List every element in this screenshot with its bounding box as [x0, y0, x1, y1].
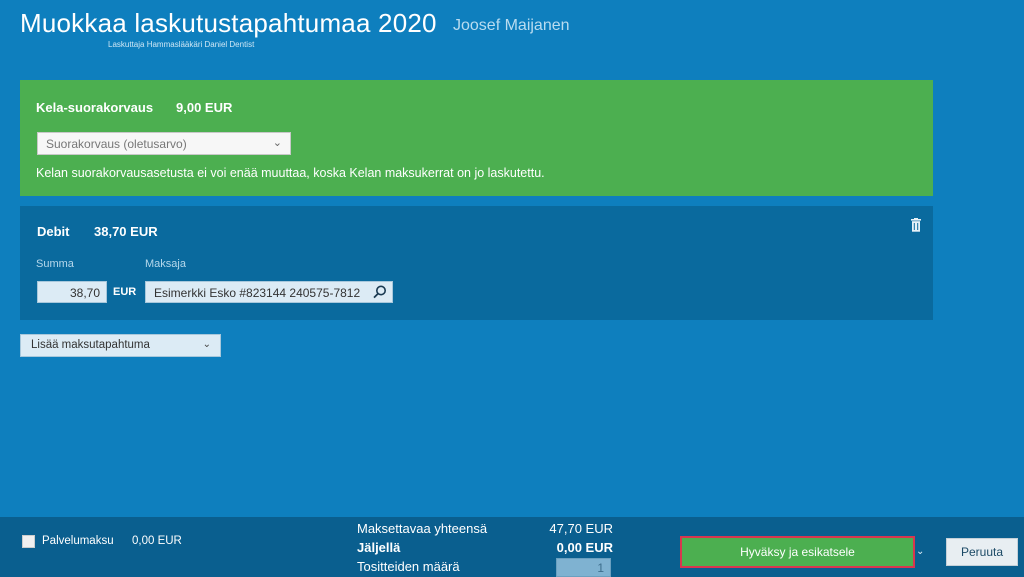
summa-label: Summa [36, 258, 74, 270]
page-title: Muokkaa laskutustapahtumaa 2020 [20, 8, 437, 38]
remaining-label: Jäljellä [357, 540, 401, 555]
trash-icon[interactable] [910, 218, 922, 232]
search-icon[interactable] [372, 284, 388, 300]
debit-panel: Debit 38,70 EUR Summa Maksaja 38,70 EUR … [20, 206, 933, 320]
chevron-down-icon: ⌄ [272, 137, 282, 149]
cancel-button[interactable]: Peruuta [946, 538, 1018, 566]
kela-select-value: Suorakorvaus (oletusarvo) [46, 137, 187, 151]
debit-title: Debit [37, 224, 70, 239]
service-fee-checkbox[interactable] [22, 535, 35, 548]
patient-name[interactable]: Joosef Maijanen [453, 17, 570, 35]
remaining-value: 0,00 EUR [556, 540, 613, 555]
total-label: Maksettavaa yhteensä [357, 521, 488, 536]
currency-label: EUR [113, 286, 137, 298]
payer-value: Esimerkki Esko #823144 240575-7812 [154, 286, 361, 300]
kela-title: Kela-suorakorvaus [36, 100, 154, 115]
summa-input[interactable]: 38,70 [37, 281, 107, 303]
kela-amount: 9,00 EUR [176, 100, 233, 115]
chevron-down-icon: ⌄ [202, 339, 211, 350]
service-fee-label: Palvelumaksu [42, 535, 114, 547]
documents-label: Tositteiden määrä [357, 559, 460, 574]
footer-bar: Palvelumaksu 0,00 EUR Maksettavaa yhteen… [0, 517, 1024, 577]
approve-preview-button[interactable]: Hyväksy ja esikatsele [680, 536, 915, 568]
kela-reimbursement-select[interactable]: Suorakorvaus (oletusarvo) ⌄ [37, 132, 291, 155]
total-value: 47,70 EUR [549, 521, 613, 536]
service-fee-amount: 0,00 EUR [132, 535, 182, 547]
kela-note: Kelan suorakorvausasetusta ei voi enää m… [36, 166, 545, 180]
kela-panel: Kela-suorakorvaus 9,00 EUR Suorakorvaus … [20, 80, 933, 196]
maksaja-label: Maksaja [145, 258, 186, 270]
documents-count-input[interactable]: 1 [556, 558, 611, 577]
biller-label: Laskuttaja Hammaslääkäri Daniel Dentist [108, 40, 255, 49]
debit-amount: 38,70 EUR [94, 224, 158, 239]
payer-search-input[interactable]: Esimerkki Esko #823144 240575-7812 [145, 281, 393, 303]
add-payment-label: Lisää maksutapahtuma [31, 339, 150, 351]
chevron-down-icon[interactable]: ⌄ [916, 546, 924, 557]
add-payment-dropdown[interactable]: Lisää maksutapahtuma ⌄ [20, 334, 221, 357]
